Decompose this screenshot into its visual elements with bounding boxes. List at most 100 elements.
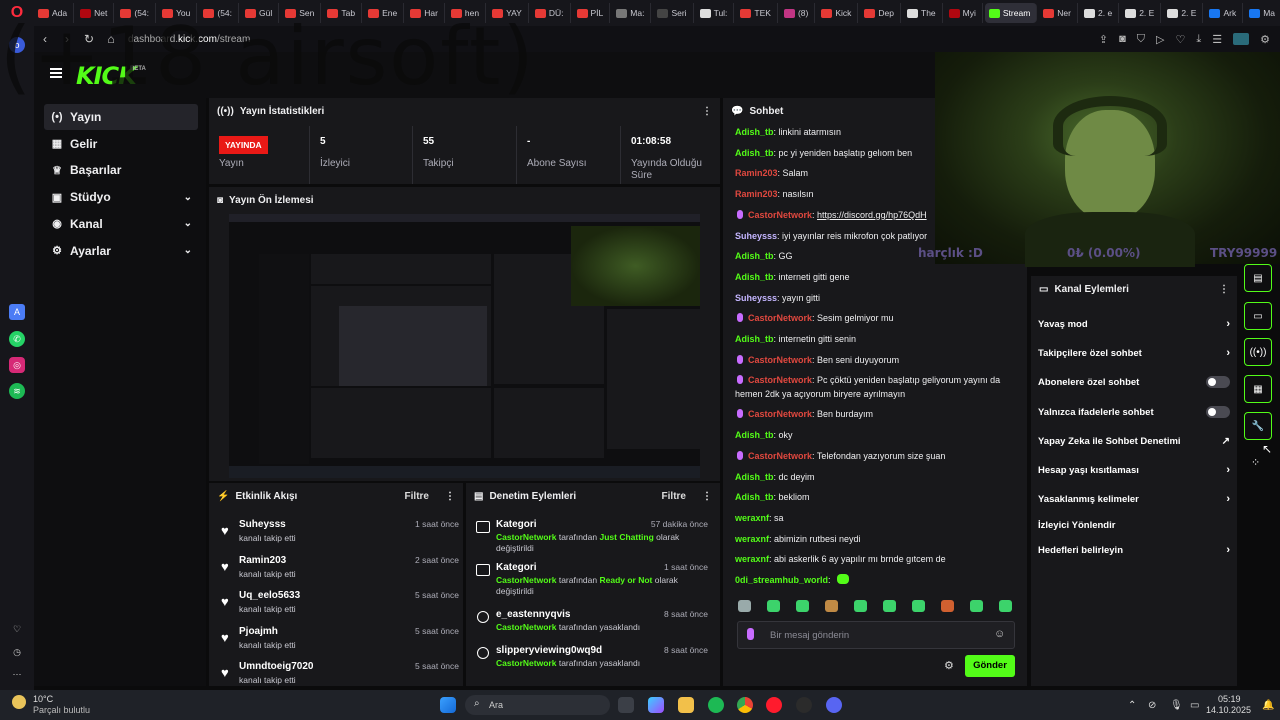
clock-date[interactable]: 14.10.2025 bbox=[1206, 705, 1251, 715]
browser-tab[interactable]: 2. E bbox=[1163, 3, 1204, 23]
broadcast-tool-icon[interactable]: ((•)) bbox=[1244, 338, 1272, 366]
copilot-icon[interactable] bbox=[648, 697, 664, 713]
chat-username[interactable]: Ramin203 bbox=[735, 168, 778, 178]
menu-icon[interactable]: ☰ bbox=[1212, 33, 1222, 46]
chat-settings-icon[interactable]: ⚙ bbox=[944, 659, 954, 672]
notes-tool-icon[interactable]: ▤ bbox=[1244, 264, 1272, 292]
play-icon[interactable]: ▷ bbox=[1156, 33, 1164, 46]
moderation-actor[interactable]: CastorNetwork bbox=[496, 575, 556, 585]
chevron-down-icon[interactable]: ⌄ bbox=[184, 192, 192, 203]
sidebar-item-5[interactable]: ⚙ Ayarlar ⌄ bbox=[44, 238, 198, 264]
network-icon[interactable]: ▭ bbox=[1190, 700, 1199, 711]
emote-icon[interactable] bbox=[825, 600, 838, 612]
moderation-item[interactable]: Kategori 57 dakika önce CastorNetwork tara… bbox=[476, 519, 712, 559]
chat-username[interactable]: 0di_streamhub_world bbox=[735, 575, 828, 585]
extension-icon[interactable] bbox=[1233, 32, 1250, 45]
more-icon[interactable]: ⋯ bbox=[9, 666, 25, 682]
toggle-switch[interactable] bbox=[1206, 376, 1230, 388]
more-tools-icon[interactable]: ⁘ bbox=[1251, 456, 1260, 469]
wrench-tool-icon[interactable]: 🔧 bbox=[1244, 412, 1272, 440]
chat-username[interactable]: Adish_tb bbox=[735, 251, 774, 261]
emote-icon[interactable] bbox=[912, 600, 925, 612]
channel-action-item[interactable]: Yalnızca ifadelerle sohbet bbox=[1038, 402, 1230, 422]
browser-tab[interactable]: PİL bbox=[573, 3, 611, 23]
tray-app-icon[interactable]: ⊘ bbox=[1148, 700, 1156, 711]
steam-icon[interactable] bbox=[796, 697, 812, 713]
emote-icon[interactable] bbox=[767, 600, 780, 612]
chat-input[interactable]: Bir mesaj gönderin bbox=[737, 621, 1015, 649]
channel-action-item[interactable]: Hesap yaşı kısıtlaması › bbox=[1038, 460, 1230, 480]
moderation-item[interactable]: Kategori 1 saat önce CastorNetwork tarafın… bbox=[476, 562, 712, 602]
activity-item[interactable]: ♥ Pjoajmh kanalı takip etti 5 saat önce bbox=[219, 626, 463, 662]
chat-username[interactable]: weraxnf bbox=[735, 554, 769, 564]
spotify-taskbar-icon[interactable] bbox=[708, 697, 724, 713]
file-explorer-icon[interactable] bbox=[678, 697, 694, 713]
activity-item[interactable]: ♥ Suheysss kanalı takip etti 1 saat önce bbox=[219, 519, 463, 555]
emote-icon[interactable] bbox=[999, 600, 1012, 612]
send-button[interactable]: Gönder bbox=[965, 655, 1015, 677]
activity-more-icon[interactable]: ⋮ bbox=[445, 491, 455, 502]
activity-user[interactable]: Umndtoeig7020 bbox=[239, 661, 313, 672]
browser-tab[interactable]: Dep bbox=[860, 3, 901, 23]
activity-filter-button[interactable]: Filtre bbox=[405, 491, 429, 502]
channel-action-item[interactable]: Yapay Zeka ile Sohbet Denetimi ↗ bbox=[1038, 431, 1230, 451]
emote-icon[interactable] bbox=[970, 600, 983, 612]
weather-desc[interactable]: Parçalı bulutlu bbox=[33, 705, 90, 715]
opera-taskbar-icon[interactable] bbox=[766, 697, 782, 713]
chat-username[interactable]: CastorNetwork bbox=[748, 210, 812, 220]
weather-temp[interactable]: 10°C bbox=[33, 694, 53, 704]
moderation-more-icon[interactable]: ⋮ bbox=[702, 491, 712, 502]
microphone-tray-icon[interactable]: 🎙 bbox=[1170, 700, 1183, 711]
activity-item[interactable]: ♥ Umndtoeig7020 kanalı takip etti 5 saat ön… bbox=[219, 661, 463, 686]
browser-tab[interactable]: Ma bbox=[1245, 3, 1280, 23]
activity-user[interactable]: Uq_eelo5633 bbox=[239, 590, 300, 601]
channel-actions-more-icon[interactable]: ⋮ bbox=[1219, 284, 1229, 295]
browser-tab[interactable]: Ark bbox=[1205, 3, 1244, 23]
emoji-picker-icon[interactable]: ☺ bbox=[994, 628, 1005, 640]
emote-icon[interactable] bbox=[941, 600, 954, 612]
spotify-icon[interactable]: ≋ bbox=[9, 383, 25, 399]
emote-icon[interactable] bbox=[854, 600, 867, 612]
channel-action-item[interactable]: Yasaklanmış kelimeler › bbox=[1038, 489, 1230, 509]
browser-tab[interactable]: Myi bbox=[945, 3, 983, 23]
notifications-icon[interactable]: 🔔 bbox=[1262, 700, 1274, 711]
browser-tab[interactable]: Kick bbox=[817, 3, 859, 23]
browser-tab[interactable]: Tul: bbox=[696, 3, 735, 23]
chat-username[interactable]: CastorNetwork bbox=[748, 451, 812, 461]
channel-action-item[interactable]: İzleyici Yönlendir bbox=[1038, 515, 1230, 535]
chat-username[interactable]: weraxnf bbox=[735, 534, 769, 544]
clock-time[interactable]: 05:19 bbox=[1218, 694, 1241, 704]
moderation-item[interactable]: slipperyviewing0wq9d 8 saat önce CastorNet… bbox=[476, 645, 712, 685]
weather-icon[interactable] bbox=[12, 695, 26, 709]
sidebar-item-4[interactable]: ◉ Kanal ⌄ bbox=[44, 211, 198, 237]
activity-user[interactable]: Suheysss bbox=[239, 519, 286, 530]
browser-tab[interactable]: Ner bbox=[1039, 3, 1078, 23]
sidebar-item-2[interactable]: ♕ Başarılar bbox=[44, 157, 198, 183]
aria-icon[interactable]: A bbox=[9, 304, 25, 320]
browser-tab[interactable]: (8) bbox=[780, 3, 816, 23]
instagram-icon[interactable]: ◎ bbox=[9, 357, 25, 373]
download-icon[interactable]: ⤓ bbox=[1196, 33, 1201, 46]
sidebar-item-0[interactable]: (•) Yayın bbox=[44, 104, 198, 130]
favorites-icon[interactable]: ♡ bbox=[9, 621, 25, 637]
chrome-icon[interactable] bbox=[737, 697, 753, 713]
sidebar-item-1[interactable]: ▦ Gelir bbox=[44, 131, 198, 157]
browser-tab[interactable]: 2. E bbox=[1121, 3, 1162, 23]
heart-icon[interactable]: ♡ bbox=[1176, 33, 1186, 46]
chat-username[interactable]: weraxnf bbox=[735, 513, 769, 523]
chat-username[interactable]: Adish_tb bbox=[735, 148, 774, 158]
activity-item[interactable]: ♥ Ramin203 kanalı takip etti 2 saat önce bbox=[219, 555, 463, 591]
tray-overflow-icon[interactable]: ⌃ bbox=[1128, 700, 1136, 711]
channel-action-item[interactable]: Yavaş mod › bbox=[1038, 314, 1230, 334]
browser-tab[interactable]: Seri bbox=[653, 3, 694, 23]
emote-icon[interactable] bbox=[796, 600, 809, 612]
browser-tab[interactable]: Stream bbox=[984, 3, 1038, 23]
toggle-switch[interactable] bbox=[1206, 406, 1230, 418]
taskbar-search[interactable]: Ara bbox=[465, 695, 610, 715]
chat-username[interactable]: Suheysss bbox=[735, 293, 777, 303]
shield-icon[interactable]: ⛉ bbox=[1137, 33, 1145, 46]
channel-action-item[interactable]: Hedefleri belirleyin › bbox=[1038, 540, 1230, 560]
start-button[interactable] bbox=[440, 697, 456, 713]
chevron-down-icon[interactable]: ⌄ bbox=[184, 245, 192, 256]
chat-username[interactable]: Suheysss bbox=[735, 231, 777, 241]
